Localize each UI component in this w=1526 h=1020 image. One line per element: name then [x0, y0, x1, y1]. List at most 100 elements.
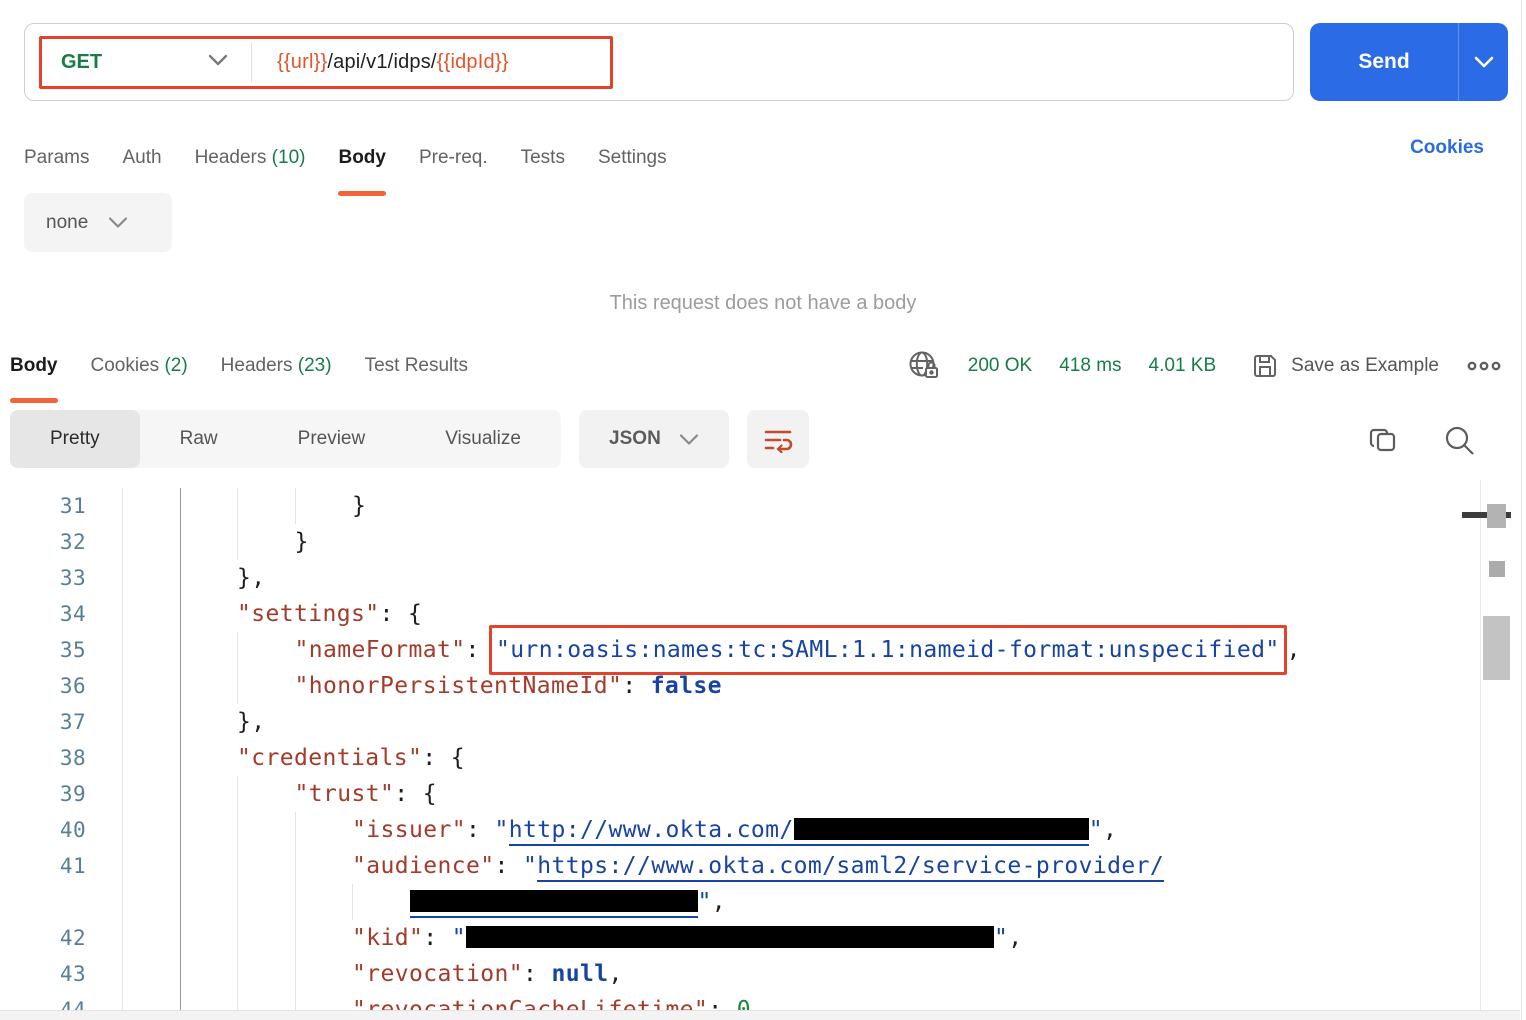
tab-response-headers[interactable]: Headers (23) [221, 355, 332, 377]
code-line: ", [0, 884, 1480, 920]
vertical-scrollbar[interactable] [1480, 480, 1521, 1010]
indent-guide [237, 848, 238, 884]
request-url-bar: GET {{url}}/api/v1/idps/{{idpId}} [24, 23, 1294, 101]
indent-guide [237, 488, 238, 524]
indent-guide [122, 812, 123, 848]
tab-pre-request[interactable]: Pre-req. [419, 147, 488, 169]
indent-guide [122, 560, 123, 596]
scrollbar-thumb[interactable] [1483, 616, 1510, 680]
indent-guide [180, 884, 181, 920]
indent-guide [237, 956, 238, 992]
line-number: 32 [0, 524, 100, 560]
indent-guide [237, 884, 238, 920]
indent-guide [295, 956, 296, 992]
language-value: JSON [609, 428, 661, 450]
send-button[interactable]: Send [1310, 23, 1458, 101]
divider [251, 42, 252, 82]
indent-guide [180, 848, 181, 884]
save-icon [1251, 352, 1279, 380]
line-number [0, 884, 100, 920]
cookies-link[interactable]: Cookies [1410, 137, 1484, 159]
indent-guide [237, 812, 238, 848]
save-as-example-label: Save as Example [1291, 355, 1439, 377]
indent-guide [122, 740, 123, 776]
view-mode-raw[interactable]: Raw [140, 410, 258, 468]
code-line: 33}, [0, 560, 1480, 596]
method-label: GET [61, 51, 102, 74]
search-icon[interactable] [1443, 424, 1477, 458]
tab-auth[interactable]: Auth [122, 147, 161, 169]
send-options-button[interactable] [1458, 23, 1508, 101]
indent-guide [122, 488, 123, 524]
code-line: 37}, [0, 704, 1480, 740]
empty-body-message: This request does not have a body [0, 292, 1526, 315]
indent-guide [180, 632, 181, 668]
response-body-code[interactable]: 31}32}33},34"settings": {35"nameFormat":… [0, 480, 1480, 1010]
tab-params[interactable]: Params [24, 147, 89, 169]
view-mode-visualize[interactable]: Visualize [405, 410, 561, 468]
response-time[interactable]: 418 ms [1059, 355, 1121, 377]
indent-guide [237, 524, 238, 560]
tab-count: (2) [164, 355, 187, 376]
indent-guide [180, 992, 181, 1010]
tab-body[interactable]: Body [338, 147, 386, 169]
copy-icon[interactable] [1368, 424, 1400, 456]
tab-settings[interactable]: Settings [598, 147, 667, 169]
indent-guide [122, 848, 123, 884]
indent-guide [122, 776, 123, 812]
tab-label: Test Results [365, 355, 468, 376]
indent-guide [295, 992, 296, 1010]
indent-guide [122, 668, 123, 704]
chevron-down-icon[interactable] [207, 53, 229, 67]
response-meta: 200 OK 418 ms 4.01 KB Save as Example [907, 342, 1502, 390]
indent-guide [352, 884, 353, 920]
indent-guide [122, 524, 123, 560]
indent-guide [180, 812, 181, 848]
indent-guide [180, 560, 181, 596]
tab-label: Headers [195, 147, 267, 168]
network-globe-icon[interactable] [907, 349, 941, 383]
save-as-example-button[interactable]: Save as Example [1251, 352, 1439, 380]
response-size[interactable]: 4.01 KB [1149, 355, 1217, 377]
tab-headers[interactable]: Headers (10) [195, 147, 306, 169]
tab-count: (10) [272, 147, 306, 168]
url-path: /api/v1/idps/ [327, 51, 436, 74]
indent-guide [122, 632, 123, 668]
indent-guide [180, 740, 181, 776]
view-mode-pretty[interactable]: Pretty [10, 410, 140, 468]
redacted-text [794, 818, 1089, 840]
indent-guide [237, 992, 238, 1010]
url-input[interactable]: {{url}}/api/v1/idps/{{idpId}} [277, 24, 509, 100]
response-view-toolbar: Pretty Raw Preview Visualize JSON [10, 410, 809, 468]
body-type-dropdown[interactable]: none [24, 193, 172, 252]
indent-guide [237, 920, 238, 956]
more-options-icon[interactable] [1466, 359, 1502, 373]
indent-guide [122, 884, 123, 920]
url-variable: {{idpId}} [437, 51, 509, 74]
window-border [1521, 0, 1522, 1020]
line-number: 44 [0, 992, 100, 1010]
line-number: 41 [0, 848, 100, 884]
status-badge[interactable]: 200 OK [968, 355, 1032, 377]
line-number: 35 [0, 632, 100, 668]
line-number: 34 [0, 596, 100, 632]
tab-label: Params [24, 147, 89, 168]
indent-guide [180, 920, 181, 956]
horizontal-scrollbar[interactable] [0, 1010, 1520, 1020]
wrap-lines-button[interactable] [747, 410, 809, 468]
tab-response-cookies[interactable]: Cookies (2) [91, 355, 188, 377]
code-line: 42"kid": "", [0, 920, 1480, 956]
indent-guide [122, 704, 123, 740]
code-line: 41"audience": "https://www.okta.com/saml… [0, 848, 1480, 884]
indent-guide [295, 488, 296, 524]
method-dropdown[interactable]: GET [61, 24, 102, 100]
tab-test-results[interactable]: Test Results [365, 355, 468, 377]
view-mode-preview[interactable]: Preview [258, 410, 406, 468]
scrollbar-marker [1487, 504, 1506, 528]
tab-tests[interactable]: Tests [521, 147, 565, 169]
tab-response-body[interactable]: Body [10, 355, 58, 377]
language-dropdown[interactable]: JSON [579, 410, 729, 468]
line-number: 37 [0, 704, 100, 740]
line-number: 43 [0, 956, 100, 992]
indent-guide [180, 488, 181, 524]
